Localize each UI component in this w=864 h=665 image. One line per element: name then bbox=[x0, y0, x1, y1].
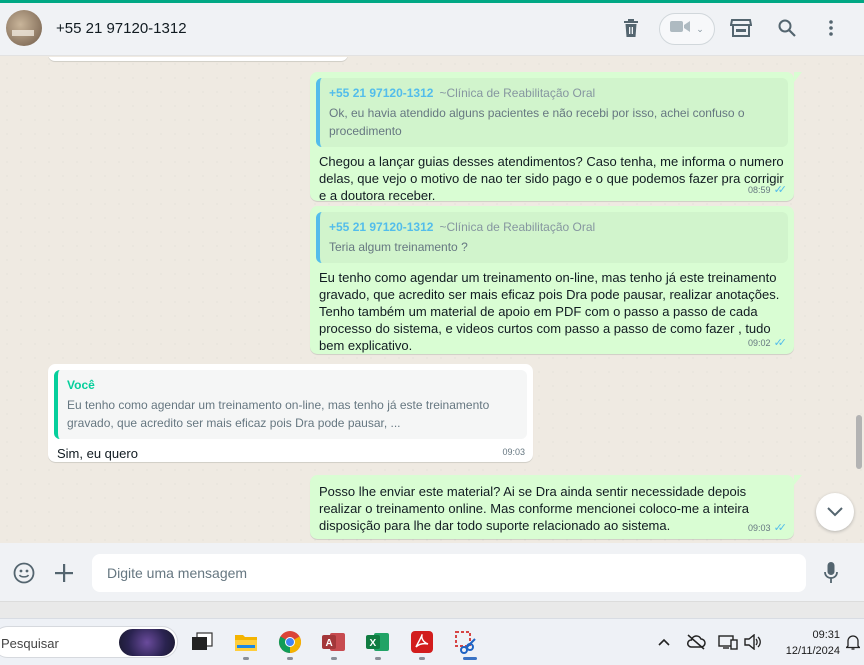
microphone-icon[interactable] bbox=[819, 561, 843, 585]
svg-text:X: X bbox=[370, 638, 377, 649]
quote-author: +55 21 97120-1312 bbox=[329, 220, 434, 234]
chevron-down-icon bbox=[827, 507, 843, 517]
quote-text: Eu tenho como agendar um treinamento on-… bbox=[67, 398, 490, 430]
network-icon[interactable] bbox=[717, 632, 739, 652]
app-running-indicator bbox=[243, 657, 249, 660]
notification-bell-icon[interactable] bbox=[844, 632, 862, 652]
snipping-tool-icon[interactable] bbox=[453, 629, 479, 655]
video-call-button[interactable]: ⌄ bbox=[659, 13, 715, 45]
quoted-message[interactable]: Você Eu tenho como agendar um treinament… bbox=[54, 370, 527, 439]
access-icon[interactable]: A bbox=[321, 629, 347, 655]
quoted-message[interactable]: +55 21 97120-1312 ~Clínica de Reabilitaçã… bbox=[316, 212, 788, 263]
task-view-icon[interactable] bbox=[189, 629, 215, 655]
emoji-icon[interactable] bbox=[12, 561, 36, 585]
quote-text: Teria algum treinamento ? bbox=[329, 240, 468, 254]
svg-text:A: A bbox=[326, 638, 333, 649]
excel-icon[interactable]: X bbox=[365, 629, 391, 655]
clock-date: 12/11/2024 bbox=[785, 645, 840, 657]
chat-scrollbar[interactable] bbox=[856, 415, 862, 469]
window-bottom-strip bbox=[0, 601, 864, 618]
message-time: 08:59 bbox=[748, 184, 771, 195]
quote-author: +55 21 97120-1312 bbox=[329, 86, 434, 100]
os-taskbar: Pesquisar A X 09:31 12/11/2024 bbox=[0, 618, 864, 665]
message-bubble-outgoing[interactable]: +55 21 97120-1312 ~Clínica de Reabilitaçã… bbox=[310, 72, 802, 203]
taskbar-clock[interactable]: 09:31 12/11/2024 bbox=[774, 627, 840, 659]
message-bubble-incoming[interactable]: Você Eu tenho como agendar um treinament… bbox=[48, 364, 533, 462]
message-meta: 08:59 ✓✓ bbox=[748, 183, 788, 196]
message-meta: 09:02 ✓✓ bbox=[748, 336, 788, 349]
quote-text: Ok, eu havia atendido alguns pacientes e… bbox=[329, 106, 745, 138]
volume-icon[interactable] bbox=[743, 632, 763, 652]
chevron-down-icon: ⌄ bbox=[696, 23, 704, 34]
message-text: Chegou a lançar guias desses atendimento… bbox=[319, 154, 784, 203]
app-active-indicator bbox=[463, 657, 477, 660]
quoted-message[interactable]: +55 21 97120-1312 ~Clínica de Reabilitaçã… bbox=[316, 78, 788, 147]
app-running-indicator bbox=[331, 657, 337, 660]
contact-name[interactable]: +55 21 97120-1312 bbox=[56, 20, 187, 37]
message-bubble-outgoing[interactable]: +55 21 97120-1312 ~Clínica de Reabilitaçã… bbox=[310, 206, 794, 354]
chrome-icon[interactable] bbox=[277, 629, 303, 655]
message-meta: 09:03 ✓✓ bbox=[748, 521, 788, 534]
message-text: Posso lhe enviar este material? Ai se Dr… bbox=[319, 484, 749, 533]
message-time: 09:03 bbox=[502, 447, 525, 457]
attach-plus-icon[interactable] bbox=[52, 561, 76, 585]
app-running-indicator bbox=[375, 657, 381, 660]
app-running-indicator bbox=[419, 657, 425, 660]
tray-expand-chevron-up-icon[interactable] bbox=[654, 632, 674, 652]
app-running-indicator bbox=[287, 657, 293, 660]
search-highlight-image bbox=[119, 629, 175, 656]
contact-avatar[interactable] bbox=[6, 10, 42, 46]
taskbar-search-placeholder: Pesquisar bbox=[1, 636, 59, 651]
quote-author: Você bbox=[67, 378, 95, 392]
message-bubble-outgoing[interactable]: Posso lhe enviar este material? Ai se Dr… bbox=[310, 475, 802, 539]
quote-author-org: ~Clínica de Reabilitação Oral bbox=[439, 86, 596, 100]
previous-message-bubble bbox=[48, 57, 348, 61]
message-meta: 09:03 bbox=[502, 447, 525, 457]
store-icon[interactable] bbox=[730, 17, 752, 39]
scroll-to-bottom-button[interactable] bbox=[816, 493, 854, 531]
compose-bar bbox=[0, 543, 864, 601]
acrobat-icon[interactable] bbox=[409, 629, 435, 655]
clock-time: 09:31 bbox=[812, 629, 840, 641]
cloud-offline-icon[interactable] bbox=[685, 632, 707, 652]
read-ticks-icon: ✓✓ bbox=[773, 337, 788, 349]
message-time: 09:02 bbox=[748, 337, 771, 348]
message-text: Sim, eu quero bbox=[57, 446, 138, 461]
message-time: 09:03 bbox=[748, 522, 771, 533]
read-ticks-icon: ✓✓ bbox=[773, 522, 788, 534]
message-text: Eu tenho como agendar um treinamento on-… bbox=[319, 270, 780, 353]
delete-icon[interactable] bbox=[620, 17, 642, 39]
search-icon[interactable] bbox=[776, 17, 798, 39]
chat-messages-area[interactable]: +55 21 97120-1312 ~Clínica de Reabilitaçã… bbox=[0, 57, 864, 543]
video-camera-icon bbox=[670, 20, 691, 38]
taskbar-search-box[interactable]: Pesquisar bbox=[0, 626, 178, 658]
menu-icon[interactable] bbox=[820, 17, 842, 39]
quote-author-org: ~Clínica de Reabilitação Oral bbox=[439, 220, 596, 234]
read-ticks-icon: ✓✓ bbox=[773, 184, 788, 196]
message-input[interactable] bbox=[92, 554, 806, 592]
chat-header: +55 21 97120-1312 ⌄ bbox=[0, 3, 864, 56]
file-explorer-icon[interactable] bbox=[233, 629, 259, 655]
